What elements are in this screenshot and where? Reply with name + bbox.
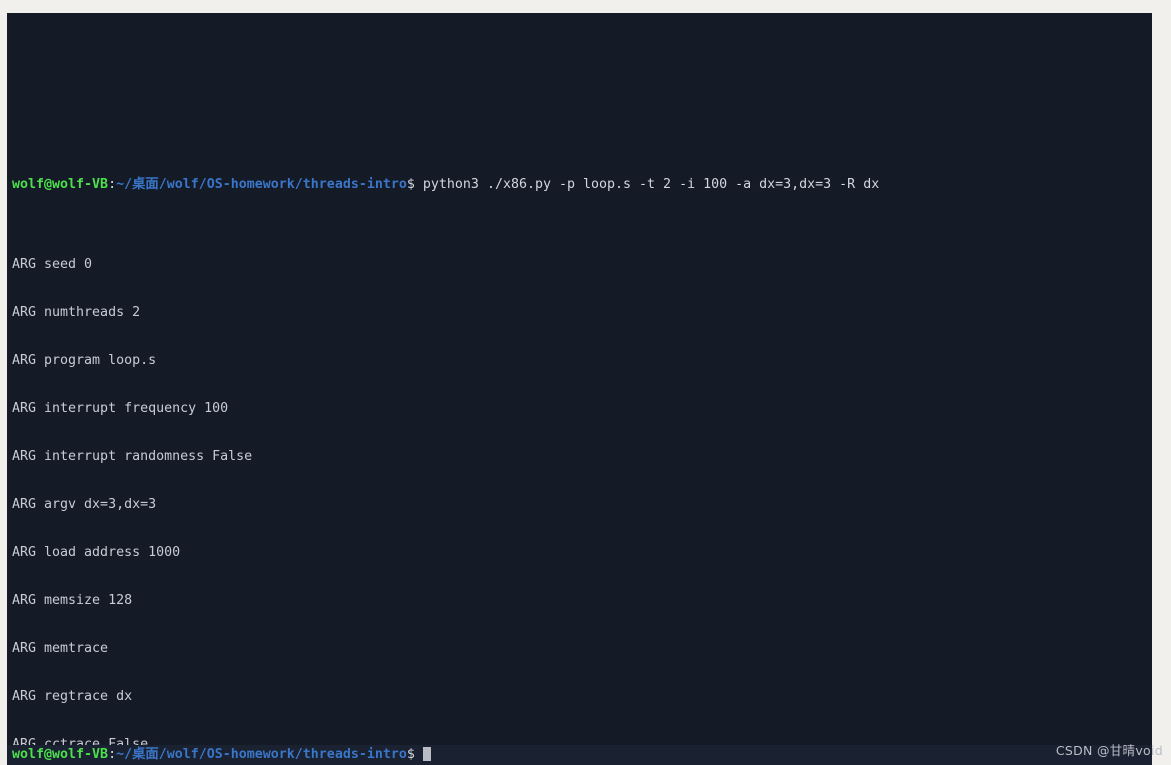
active-prompt-line[interactable]: wolf@wolf-VB:~/桌面/wolf/OS-homework/threa… bbox=[7, 747, 1152, 763]
arg-line: ARG seed 0 bbox=[12, 257, 93, 272]
prompt-user-host: wolf@wolf-VB bbox=[12, 177, 109, 192]
active-prompt-separator: : bbox=[108, 747, 117, 762]
prompt-path: ~/桌面/wolf/OS-homework/threads-intro bbox=[116, 177, 407, 192]
command-prompt-line: wolf@wolf-VB:~/桌面/wolf/OS-homework/threa… bbox=[7, 177, 1152, 193]
arg-line: ARG load address 1000 bbox=[12, 545, 181, 560]
terminal-window[interactable]: ? 1003 halt wolf@wolf-VB:~/桌面/wolf/OS-ho… bbox=[7, 13, 1152, 765]
arg-line: ARG interrupt frequency 100 bbox=[12, 401, 229, 416]
arg-line: ARG interrupt randomness False bbox=[12, 449, 253, 464]
terminal-top-spacer bbox=[7, 109, 1152, 113]
csdn-watermark: CSDN @甘晴void bbox=[1055, 743, 1163, 758]
arg-line: ARG argv dx=3,dx=3 bbox=[12, 497, 157, 512]
screenshot-root: ? 1003 halt wolf@wolf-VB:~/桌面/wolf/OS-ho… bbox=[0, 0, 1171, 765]
active-prompt-path: ~/桌面/wolf/OS-homework/threads-intro bbox=[116, 747, 407, 762]
prompt-dollar: $ bbox=[406, 177, 415, 192]
arg-line: ARG memtrace bbox=[12, 641, 109, 656]
command-text: python3 ./x86.py -p loop.s -t 2 -i 100 -… bbox=[414, 177, 880, 192]
active-prompt-dollar: $ bbox=[406, 747, 415, 762]
clipped-scrollback-line: ? 1003 halt bbox=[7, 13, 1152, 20]
text-cursor bbox=[422, 747, 431, 761]
arg-line: ARG regtrace dx bbox=[12, 689, 133, 704]
arg-line: ARG numthreads 2 bbox=[12, 305, 141, 320]
active-prompt-user-host: wolf@wolf-VB bbox=[12, 747, 109, 762]
arg-line: ARG memsize 128 bbox=[12, 593, 133, 608]
prompt-separator: : bbox=[108, 177, 117, 192]
arg-line: ARG program loop.s bbox=[12, 353, 157, 368]
